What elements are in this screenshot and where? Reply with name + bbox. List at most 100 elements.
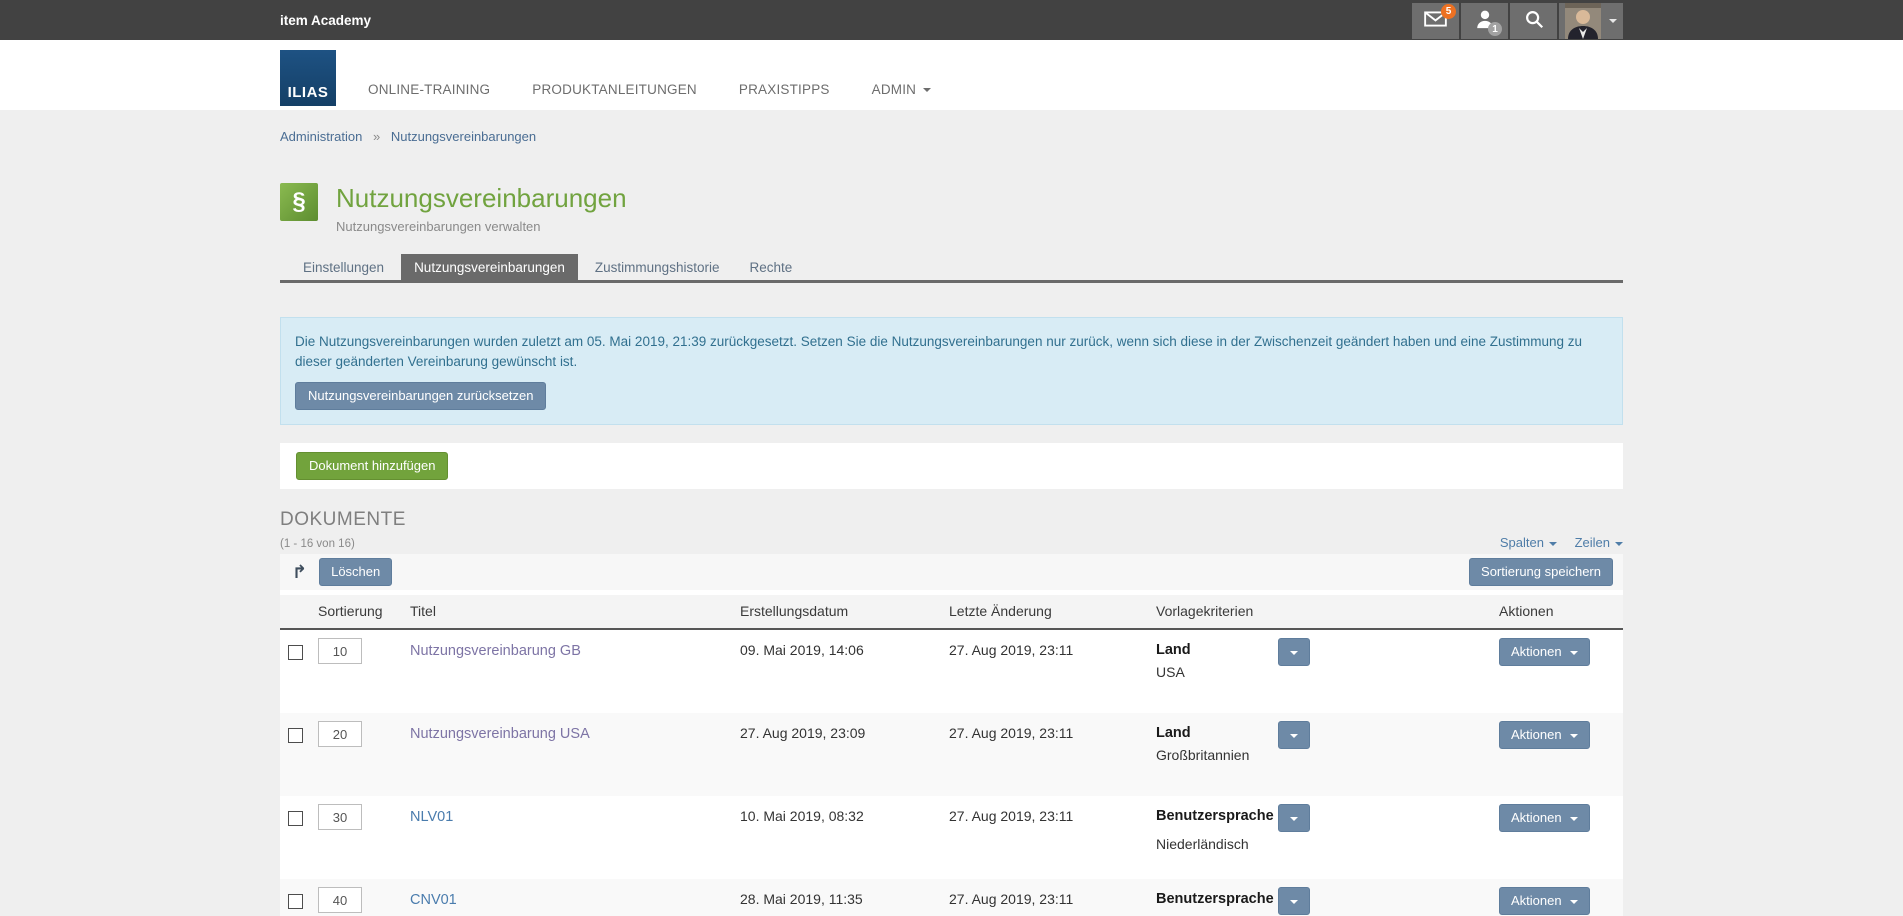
- breadcrumb-nutzungsvereinbarungen[interactable]: Nutzungsvereinbarungen: [391, 129, 536, 144]
- zeilen-dropdown[interactable]: Zeilen: [1575, 535, 1623, 550]
- column-header-erstellungsdatum: Erstellungsdatum: [732, 595, 941, 628]
- page-header: § Nutzungsvereinbarungen Nutzungsvereinb…: [280, 183, 1623, 234]
- criterion-dropdown-button[interactable]: [1278, 887, 1310, 915]
- tab-rechte[interactable]: Rechte: [736, 254, 805, 280]
- chevron-down-icon: [1290, 651, 1298, 655]
- documents-table: ↱ Löschen Sortierung speichern Sortierun…: [280, 554, 1623, 916]
- document-title-link[interactable]: NLV01: [410, 809, 453, 825]
- tab-zustimmungshistorie[interactable]: Zustimmungshistorie: [582, 254, 733, 280]
- created-date: 28. Mai 2019, 11:35: [740, 891, 863, 907]
- table-header-row: Sortierung Titel Erstellungsdatum Letzte…: [280, 595, 1623, 630]
- criterion-label: Land: [1156, 642, 1278, 658]
- table-column-controls: Spalten Zeilen: [1486, 535, 1623, 550]
- chevron-down-icon: [1549, 542, 1557, 546]
- mail-badge: 5: [1441, 4, 1456, 19]
- tab-einstellungen[interactable]: Einstellungen: [290, 254, 397, 280]
- info-message-text: Die Nutzungsvereinbarungen wurden zuletz…: [295, 332, 1588, 372]
- criterion-value: USA: [1156, 664, 1278, 680]
- criterion-value: Großbritannien: [1156, 747, 1278, 763]
- move-arrow-icon: ↱: [292, 563, 307, 581]
- modified-date: 27. Aug 2019, 23:11: [949, 891, 1073, 907]
- column-header-titel: Titel: [402, 595, 732, 628]
- chevron-down-icon: [1570, 817, 1578, 821]
- page-subtitle: Nutzungsvereinbarungen verwalten: [336, 219, 627, 234]
- table-row: CNV01 28. Mai 2019, 11:35 27. Aug 2019, …: [280, 879, 1623, 916]
- avatar: [1565, 3, 1601, 39]
- document-title-link[interactable]: Nutzungsvereinbarung USA: [410, 726, 590, 742]
- sort-order-input[interactable]: [318, 887, 362, 913]
- modified-date: 27. Aug 2019, 23:11: [949, 808, 1073, 824]
- chevron-down-icon: [1570, 900, 1578, 904]
- chevron-down-icon: [1290, 900, 1298, 904]
- breadcrumb: Administration » Nutzungsvereinbarungen: [280, 110, 1623, 144]
- row-checkbox[interactable]: [288, 728, 303, 743]
- sort-order-input[interactable]: [318, 721, 362, 747]
- paragraph-icon: §: [280, 183, 318, 221]
- search-icon: [1523, 8, 1545, 35]
- app-title: item Academy: [280, 13, 371, 28]
- column-header-aktionen: Aktionen: [1491, 595, 1623, 628]
- row-actions-button[interactable]: Aktionen: [1499, 887, 1590, 915]
- criterion-dropdown-button[interactable]: [1278, 638, 1310, 666]
- user-menu-button[interactable]: [1559, 3, 1623, 39]
- table-row: NLV01 10. Mai 2019, 08:32 27. Aug 2019, …: [280, 796, 1623, 879]
- row-actions-button[interactable]: Aktionen: [1499, 804, 1590, 832]
- nav-admin[interactable]: ADMIN: [872, 82, 932, 97]
- main-nav: ONLINE-TRAINING PRODUKTANLEITUNGEN PRAXI…: [368, 40, 931, 110]
- reset-agreements-button[interactable]: Nutzungsvereinbarungen zurücksetzen: [295, 382, 546, 410]
- page-title: Nutzungsvereinbarungen: [336, 183, 627, 213]
- search-button[interactable]: [1510, 3, 1557, 39]
- contacts-badge: 1: [1488, 22, 1502, 36]
- save-sorting-button[interactable]: Sortierung speichern: [1469, 558, 1613, 586]
- criterion-dropdown-button[interactable]: [1278, 721, 1310, 749]
- chevron-down-icon: [1570, 651, 1578, 655]
- info-message-box: Die Nutzungsvereinbarungen wurden zuletz…: [280, 317, 1623, 425]
- tab-nutzungsvereinbarungen[interactable]: Nutzungsvereinbarungen: [401, 254, 578, 280]
- criterion-label: Benutzersprache: [1156, 891, 1278, 907]
- column-header-sortierung: Sortierung: [310, 595, 402, 628]
- document-title-link[interactable]: Nutzungsvereinbarung GB: [410, 643, 581, 659]
- column-header-letzte-aenderung: Letzte Änderung: [941, 595, 1148, 628]
- chevron-down-icon: [1290, 734, 1298, 738]
- criterion-value: Niederländisch: [1156, 836, 1278, 852]
- document-title-link[interactable]: CNV01: [410, 892, 457, 908]
- breadcrumb-administration[interactable]: Administration: [280, 129, 362, 144]
- tab-bar: Einstellungen Nutzungsvereinbarungen Zus…: [280, 254, 1623, 283]
- sort-order-input[interactable]: [318, 804, 362, 830]
- table-title: DOKUMENTE: [280, 509, 1623, 531]
- row-actions-button[interactable]: Aktionen: [1499, 721, 1590, 749]
- nav-online-training[interactable]: ONLINE-TRAINING: [368, 82, 490, 97]
- created-date: 09. Mai 2019, 14:06: [740, 642, 864, 658]
- chevron-down-icon: [1570, 734, 1578, 738]
- sort-order-input[interactable]: [318, 638, 362, 664]
- row-actions-button[interactable]: Aktionen: [1499, 638, 1590, 666]
- nav-praxistipps[interactable]: PRAXISTIPPS: [739, 82, 830, 97]
- chevron-down-icon: [1609, 19, 1617, 23]
- add-document-button[interactable]: Dokument hinzufügen: [296, 452, 448, 480]
- contacts-button[interactable]: 1: [1461, 3, 1508, 39]
- created-date: 10. Mai 2019, 08:32: [740, 808, 864, 824]
- logo-text: ILIAS: [280, 84, 336, 101]
- ilias-logo[interactable]: ILIAS: [280, 50, 336, 106]
- table-toolbar: ↱ Löschen Sortierung speichern: [280, 554, 1623, 590]
- modified-date: 27. Aug 2019, 23:11: [949, 725, 1073, 741]
- row-checkbox[interactable]: [288, 894, 303, 909]
- mail-button[interactable]: 5: [1412, 3, 1459, 39]
- table-row: Nutzungsvereinbarung USA 27. Aug 2019, 2…: [280, 713, 1623, 796]
- delete-button[interactable]: Löschen: [319, 558, 392, 586]
- table-row: Nutzungsvereinbarung GB 09. Mai 2019, 14…: [280, 630, 1623, 713]
- column-header-vorlagekriterien: Vorlagekriterien: [1148, 595, 1491, 628]
- topbar: item Academy 5 1: [0, 0, 1903, 40]
- chevron-down-icon: [1290, 817, 1298, 821]
- breadcrumb-separator: »: [373, 129, 380, 144]
- row-checkbox[interactable]: [288, 811, 303, 826]
- header: ILIAS ONLINE-TRAINING PRODUKTANLEITUNGEN…: [0, 40, 1903, 110]
- table-count: (1 - 16 von 16): [280, 538, 355, 550]
- row-checkbox[interactable]: [288, 645, 303, 660]
- chevron-down-icon: [923, 88, 931, 92]
- created-date: 27. Aug 2019, 23:09: [740, 725, 865, 741]
- nav-produktanleitungen[interactable]: PRODUKTANLEITUNGEN: [532, 82, 697, 97]
- criterion-label: Benutzersprache: [1156, 808, 1278, 824]
- criterion-dropdown-button[interactable]: [1278, 804, 1310, 832]
- spalten-dropdown[interactable]: Spalten: [1500, 535, 1557, 550]
